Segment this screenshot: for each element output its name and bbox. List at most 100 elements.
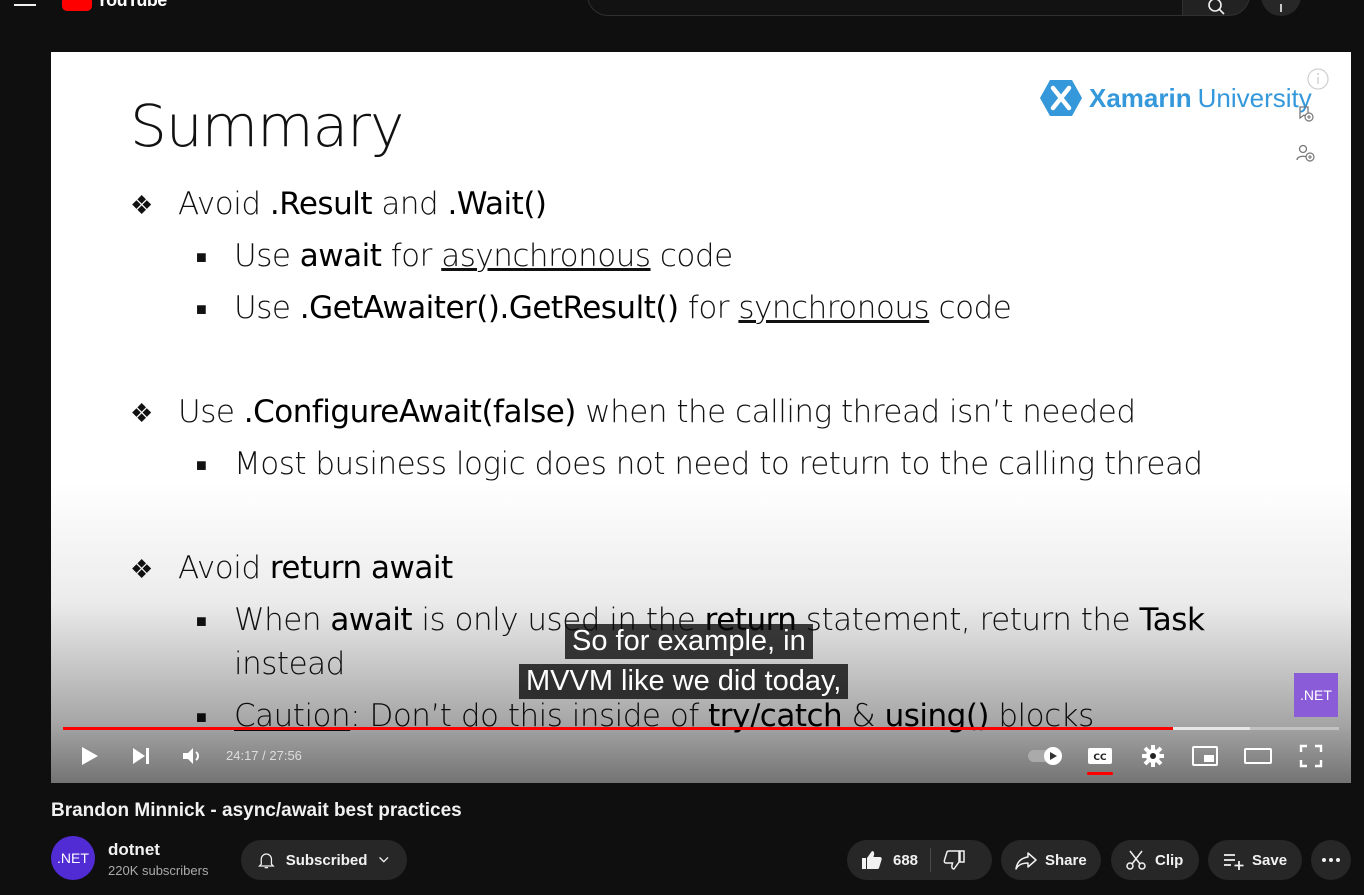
play-button[interactable] bbox=[75, 742, 103, 770]
play-icon bbox=[82, 747, 98, 765]
slide-bullet-level-1: ❖ Avoid .Result and .Wait() bbox=[130, 186, 547, 222]
slide-text: when the calling thread isn’t needed bbox=[575, 394, 1136, 430]
add-user-icon[interactable] bbox=[1294, 142, 1316, 164]
clip-label: Clip bbox=[1155, 851, 1184, 869]
top-bar: YouTube bbox=[0, 0, 1364, 20]
slide-text: Most business logic does not need to ret… bbox=[234, 446, 1203, 482]
like-count: 688 bbox=[893, 851, 919, 869]
xamarin-university-logo: Xamarin University bbox=[1039, 78, 1312, 118]
microphone-icon bbox=[1280, 4, 1282, 12]
miniplayer-button[interactable] bbox=[1191, 742, 1219, 770]
subscriber-count: 220K subscribers bbox=[108, 863, 209, 878]
slide-text: for bbox=[678, 290, 739, 326]
diamond-bullet-icon: ❖ bbox=[130, 191, 153, 221]
subtitles-button[interactable]: CC bbox=[1086, 742, 1114, 770]
voice-search-button[interactable] bbox=[1261, 0, 1301, 16]
search-box[interactable] bbox=[587, 0, 1183, 16]
svg-text:CC: CC bbox=[1093, 753, 1107, 763]
scissors-icon bbox=[1126, 850, 1146, 870]
video-title: Brandon Minnick - async/await best pract… bbox=[51, 800, 462, 821]
youtube-logo[interactable]: YouTube bbox=[62, 0, 167, 11]
settings-button[interactable] bbox=[1139, 742, 1167, 770]
square-bullet-icon: ■ bbox=[196, 455, 207, 476]
slide-text: Avoid bbox=[178, 186, 270, 222]
slide-text: await bbox=[299, 238, 382, 274]
more-actions-button[interactable] bbox=[1311, 840, 1351, 880]
like-dislike-group: 688 bbox=[847, 840, 992, 880]
search-button[interactable] bbox=[1182, 0, 1250, 16]
theater-mode-icon bbox=[1244, 748, 1272, 764]
progress-played bbox=[63, 727, 1173, 730]
slide-text: .Result bbox=[269, 186, 373, 222]
slide-text: code bbox=[650, 238, 733, 274]
skip-next-icon bbox=[133, 748, 149, 764]
bell-icon bbox=[258, 853, 275, 869]
autoplay-toggle[interactable] bbox=[1027, 742, 1065, 770]
gear-icon bbox=[1142, 745, 1164, 767]
progress-bar[interactable] bbox=[63, 727, 1339, 730]
dislike-button[interactable] bbox=[943, 849, 965, 871]
more-icon bbox=[1322, 858, 1340, 862]
miniplayer-icon bbox=[1192, 746, 1218, 766]
slide-text: asynchronous bbox=[441, 238, 651, 274]
slide-text: code bbox=[929, 290, 1012, 326]
volume-icon bbox=[183, 748, 199, 764]
brand-name: Xamarin bbox=[1089, 82, 1192, 113]
slide-text: .ConfigureAwait(false) bbox=[243, 394, 577, 430]
thumbs-up-icon bbox=[862, 851, 882, 869]
slide-text: synchronous bbox=[738, 290, 930, 326]
fullscreen-icon bbox=[1299, 744, 1323, 768]
search-input[interactable] bbox=[604, 0, 1166, 4]
channel-name[interactable]: dotnet bbox=[108, 840, 160, 860]
menu-icon[interactable] bbox=[14, 0, 36, 6]
search-icon bbox=[1208, 0, 1225, 15]
player-controls: 24:17 / 27:56 CC bbox=[51, 736, 1351, 776]
save-button[interactable]: Save bbox=[1208, 840, 1302, 880]
add-to-playlist-icon[interactable] bbox=[1294, 102, 1316, 124]
logo-text: YouTube bbox=[96, 0, 167, 10]
clip-button[interactable]: Clip bbox=[1111, 840, 1199, 880]
slide-text: .Wait() bbox=[447, 186, 547, 222]
slide-text: and bbox=[372, 186, 448, 222]
youtube-logo-icon bbox=[62, 0, 92, 11]
info-icon[interactable] bbox=[1307, 68, 1329, 90]
diamond-bullet-icon: ❖ bbox=[130, 399, 153, 429]
chevron-down-icon bbox=[379, 856, 389, 863]
save-label: Save bbox=[1252, 851, 1288, 869]
subtitles-active-indicator bbox=[1087, 772, 1113, 775]
slide-text: for bbox=[381, 238, 442, 274]
like-button[interactable]: 688 bbox=[861, 849, 918, 871]
time-display: 24:17 / 27:56 bbox=[226, 748, 302, 763]
fullscreen-button[interactable] bbox=[1297, 742, 1325, 770]
slide-title: Summary bbox=[130, 92, 404, 160]
xamarin-hex-icon bbox=[1040, 80, 1082, 116]
slide-bullet-level-2: ■ Use await for asynchronous code bbox=[196, 238, 733, 274]
closed-captions-icon: CC bbox=[1088, 748, 1112, 764]
slide-bullet-level-1: ❖ Use .ConfigureAwait(false) when the cal… bbox=[130, 394, 1136, 430]
slide-bullet-level-2: ■ Most business logic does not need to re… bbox=[196, 446, 1203, 482]
slide-text: Use bbox=[234, 290, 300, 326]
share-label: Share bbox=[1045, 851, 1087, 869]
slide-text: Use bbox=[234, 238, 300, 274]
caption-line-2: MVVM like we did today, bbox=[519, 664, 849, 699]
slide-text: Use bbox=[178, 394, 244, 430]
subscribe-label: Subscribed bbox=[285, 851, 368, 869]
video-player[interactable]: Summary Xamarin University ❖ Avoid .Resul… bbox=[51, 52, 1351, 783]
like-divider bbox=[930, 848, 932, 872]
channel-avatar[interactable]: .NET bbox=[51, 836, 95, 880]
channel-watermark[interactable]: .NET bbox=[1294, 673, 1338, 717]
square-bullet-icon: ■ bbox=[196, 247, 207, 268]
slide-text: .GetAwaiter().GetResult() bbox=[299, 290, 679, 326]
share-button[interactable]: Share bbox=[1001, 840, 1101, 880]
thumbs-down-icon bbox=[943, 850, 965, 870]
caption-line-1: So for example, in bbox=[565, 624, 813, 659]
slide-bullet-level-2: ■ Use .GetAwaiter().GetResult() for synch… bbox=[196, 290, 1012, 326]
playlist-add-icon bbox=[1224, 854, 1244, 870]
mute-button[interactable] bbox=[179, 742, 207, 770]
share-icon bbox=[1015, 852, 1037, 870]
next-button[interactable] bbox=[127, 742, 155, 770]
theater-mode-button[interactable] bbox=[1244, 742, 1272, 770]
square-bullet-icon: ■ bbox=[196, 299, 207, 320]
subscribed-button[interactable]: Subscribed bbox=[241, 840, 407, 880]
autoplay-toggle-icon bbox=[1028, 747, 1062, 765]
